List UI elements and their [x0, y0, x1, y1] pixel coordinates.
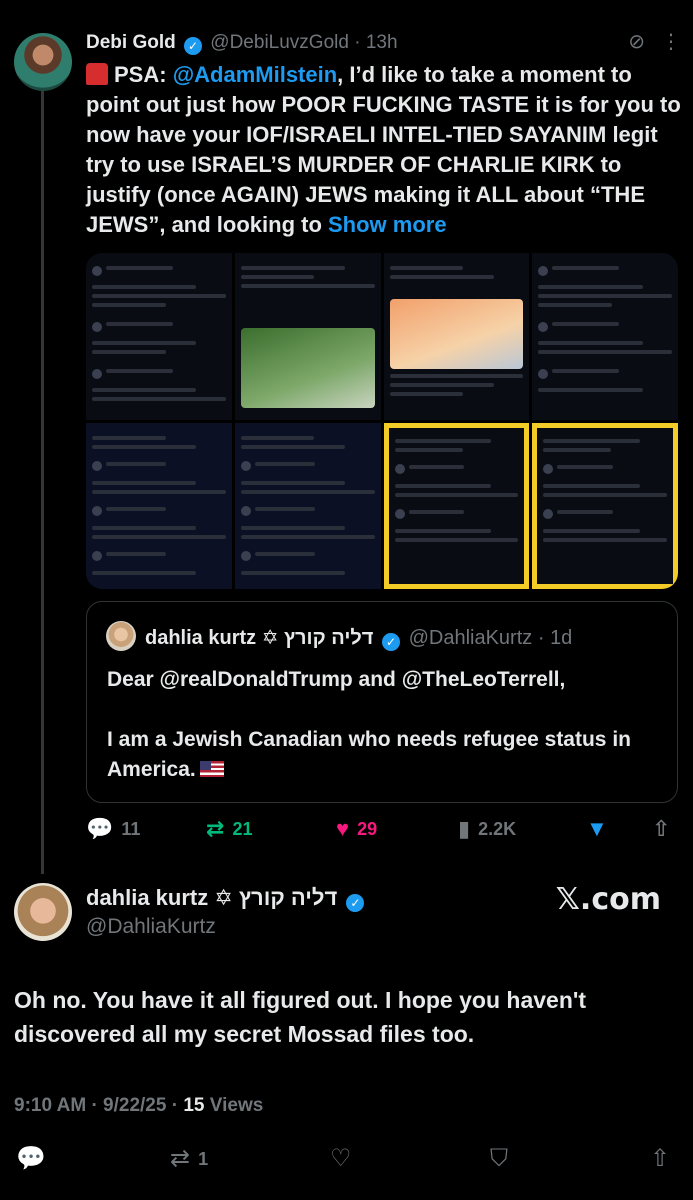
views-button[interactable]: ▮ 2.2K [458, 814, 516, 844]
media-screenshot-8[interactable] [532, 422, 678, 589]
reply-button[interactable]: 💬 [16, 1142, 46, 1176]
siren-emoji [86, 63, 108, 85]
bookmark-button[interactable]: ⛉ [490, 1142, 508, 1176]
quote-time[interactable]: 1d [550, 627, 572, 649]
reply-button[interactable]: 💬 11 [86, 814, 140, 844]
reply-views-count: 15 [183, 1095, 205, 1116]
like-count: 29 [357, 819, 378, 839]
media-screenshot-3[interactable] [383, 253, 530, 420]
separator-dot: · [537, 627, 545, 649]
repost-button[interactable]: ⇄ 21 [206, 814, 252, 844]
bookmark-icon: ⛉ [490, 1145, 508, 1172]
like-button[interactable]: ♡ [330, 1142, 352, 1176]
reply-header: dahlia kurtz ✡ דליה קורץ ✓ @DahliaKurtz [86, 883, 367, 941]
media-screenshot-5[interactable] [86, 422, 232, 589]
show-more-link[interactable]: Show more [328, 212, 447, 237]
tweet-header: Debi Gold ✓ @DebiLuvzGold · 13h [86, 30, 398, 56]
reply-meta: 9:10 AM · 9/22/25 · 15 Views [14, 1095, 264, 1116]
quote-text: Dear @realDonaldTrump and @TheLeoTerrell… [107, 665, 657, 785]
reply-author-handle[interactable]: @DahliaKurtz [86, 913, 367, 941]
share-icon: ⇧ [650, 1145, 671, 1172]
reply-views-label: Views [209, 1095, 264, 1116]
author-name[interactable]: Debi Gold [86, 32, 176, 53]
share-icon: ⇧ [652, 816, 671, 841]
author-handle[interactable]: @DebiLuvzGold [210, 32, 349, 53]
reply-count: 11 [121, 819, 141, 839]
verified-badge-icon: ✓ [184, 37, 203, 55]
mention-link[interactable]: @AdamMilstein [173, 62, 337, 87]
verified-badge-icon: ✓ [382, 633, 401, 651]
avatar-debi-gold[interactable] [14, 33, 72, 91]
grok-icon[interactable]: ⊘ [628, 30, 645, 54]
more-icon[interactable]: ⋮ [661, 30, 681, 54]
repost-count: 21 [232, 819, 253, 839]
reply-actions: 💬 ⇄ 1 ♡ ⛉ ⇧ [0, 1142, 693, 1176]
reply-time[interactable]: 9:10 AM [14, 1095, 86, 1116]
reply-icon: 💬 [86, 816, 114, 841]
repost-count: 1 [198, 1149, 209, 1169]
quoted-tweet[interactable]: dahlia kurtz ✡ דליה קורץ ✓ @DahliaKurtz … [86, 601, 678, 803]
avatar-dahlia-kurtz[interactable] [14, 883, 72, 941]
quote-author-name[interactable]: dahlia kurtz ✡ דליה קורץ [145, 627, 373, 649]
share-button[interactable]: ⇧ [650, 1142, 670, 1176]
quote-text-line1: Dear @realDonaldTrump and @TheLeoTerrell… [107, 668, 566, 691]
reply-date[interactable]: 9/22/25 [103, 1095, 166, 1116]
reply-author-name[interactable]: dahlia kurtz ✡ דליה קורץ [86, 885, 337, 910]
media-screenshot-6[interactable] [234, 422, 381, 589]
media-screenshot-1[interactable] [86, 253, 232, 420]
media-photo [240, 328, 375, 408]
analytics-icon: ▮ [458, 816, 471, 841]
quote-text-line2: I am a Jewish Canadian who needs refugee… [107, 728, 631, 781]
repost-button[interactable]: ⇄ 1 [170, 1142, 208, 1176]
reply-icon: 💬 [16, 1145, 46, 1172]
tweet-top-icons: ⊘ ⋮ [628, 30, 681, 54]
media-screenshot-2[interactable] [234, 253, 381, 420]
views-count: 2.2K [478, 819, 517, 839]
tweet-actions: 💬 11 ⇄ 21 ♥ 29 ▮ 2.2K ▼ ⇧ [86, 814, 681, 844]
tweet-text-body: , I’d like to take a moment to point out… [86, 62, 681, 237]
share-button[interactable]: ⇧ [652, 814, 670, 844]
tweet-text: PSA: @AdamMilstein, I’d like to take a m… [86, 60, 681, 240]
reply-author-name-row: dahlia kurtz ✡ דליה קורץ ✓ [86, 883, 367, 913]
media-screenshot-4[interactable] [532, 253, 678, 420]
tweet-time[interactable]: 13h [366, 32, 398, 53]
media-screenshot-7[interactable] [383, 422, 530, 589]
like-button[interactable]: ♥ 29 [336, 814, 377, 844]
repost-icon: ⇄ [206, 816, 225, 841]
bookmark-button[interactable]: ▼ [586, 814, 608, 844]
us-flag-emoji [199, 761, 224, 777]
tweet-text-prefix: PSA: [114, 62, 173, 87]
bookmark-icon: ▼ [586, 816, 608, 841]
quote-header: dahlia kurtz ✡ דליה קורץ ✓ @DahliaKurtz … [145, 625, 572, 651]
repost-icon: ⇄ [170, 1145, 191, 1172]
media-grid[interactable] [86, 253, 678, 589]
reply-text: Oh no. You have it all figured out. I ho… [14, 987, 586, 1047]
media-photo [389, 299, 524, 369]
quote-author-handle[interactable]: @DahliaKurtz [409, 627, 533, 649]
thread-line [41, 84, 44, 874]
heart-icon: ♥ [336, 816, 350, 841]
verified-badge-icon: ✓ [346, 894, 365, 912]
heart-icon: ♡ [330, 1145, 352, 1172]
separator-dot: · [354, 32, 361, 53]
x-watermark: 𝕏.com [555, 882, 661, 917]
avatar-dahlia-kurtz-small [106, 621, 136, 651]
